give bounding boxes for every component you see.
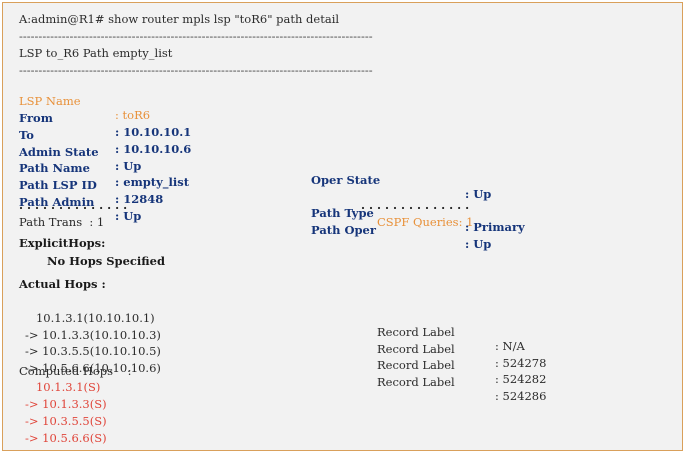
- record-label-value: : N/A: [495, 339, 525, 353]
- cspf-queries: CSPF Queries: 1: [377, 215, 474, 229]
- separator-top: ----------------------------------------…: [19, 29, 373, 43]
- explicit-hops-title: ExplicitHops:: [19, 236, 106, 250]
- command-line: A:admin@R1# show router mpls lsp "toR6" …: [19, 12, 340, 26]
- computed-hop: -> 10.5.6.6(S): [25, 431, 107, 445]
- path-oper-label: Path Oper: [311, 223, 376, 237]
- ellipsis-left: . . . . . . . . . . . . . .: [19, 198, 128, 212]
- actual-hop: -> 10.3.5.5(10.10.10.5): [25, 344, 161, 358]
- lsp-path-header: LSP to_R6 Path empty_list: [19, 46, 173, 60]
- record-label-name: Record Label: [377, 375, 455, 389]
- path-name-value: : empty_list: [115, 175, 190, 189]
- actual-hop: 10.1.3.1(10.10.10.1): [25, 311, 155, 325]
- computed-hops-title: Computed Hops :: [19, 364, 132, 378]
- explicit-hops-value: No Hops Specified: [47, 254, 165, 268]
- computed-hop: 10.1.3.1(S): [25, 380, 101, 394]
- lsp-name-value: : toR6: [115, 108, 151, 122]
- ellipsis-right: . . . . . . . . . . . . . .: [361, 198, 470, 212]
- separator-bottom: ----------------------------------------…: [19, 63, 373, 77]
- computed-hop: -> 10.3.5.5(S): [25, 414, 107, 428]
- record-label-name: Record Label: [377, 358, 455, 372]
- record-label-value: : 524278: [495, 356, 547, 370]
- record-label-name: Record Label: [377, 325, 455, 339]
- from-value: : 10.10.10.1: [115, 125, 192, 139]
- actual-hops-title: Actual Hops :: [19, 277, 106, 291]
- admin-state-value: : Up: [115, 159, 142, 173]
- record-label-name: Record Label: [377, 342, 455, 356]
- path-type-value: : Primary: [465, 220, 525, 234]
- to-value: : 10.10.10.6: [115, 142, 192, 156]
- actual-hop: -> 10.1.3.3(10.10.10.3): [25, 328, 161, 342]
- path-trans: Path Trans : 1: [19, 215, 105, 229]
- oper-state-label: Oper State: [311, 173, 381, 187]
- cli-output-panel: A:admin@R1# show router mpls lsp "toR6" …: [2, 2, 683, 451]
- record-label-value: : 524282: [495, 372, 547, 386]
- computed-hop: -> 10.1.3.3(S): [25, 397, 107, 411]
- record-label-value: : 524286: [495, 389, 547, 403]
- path-oper-value: : Up: [465, 237, 492, 251]
